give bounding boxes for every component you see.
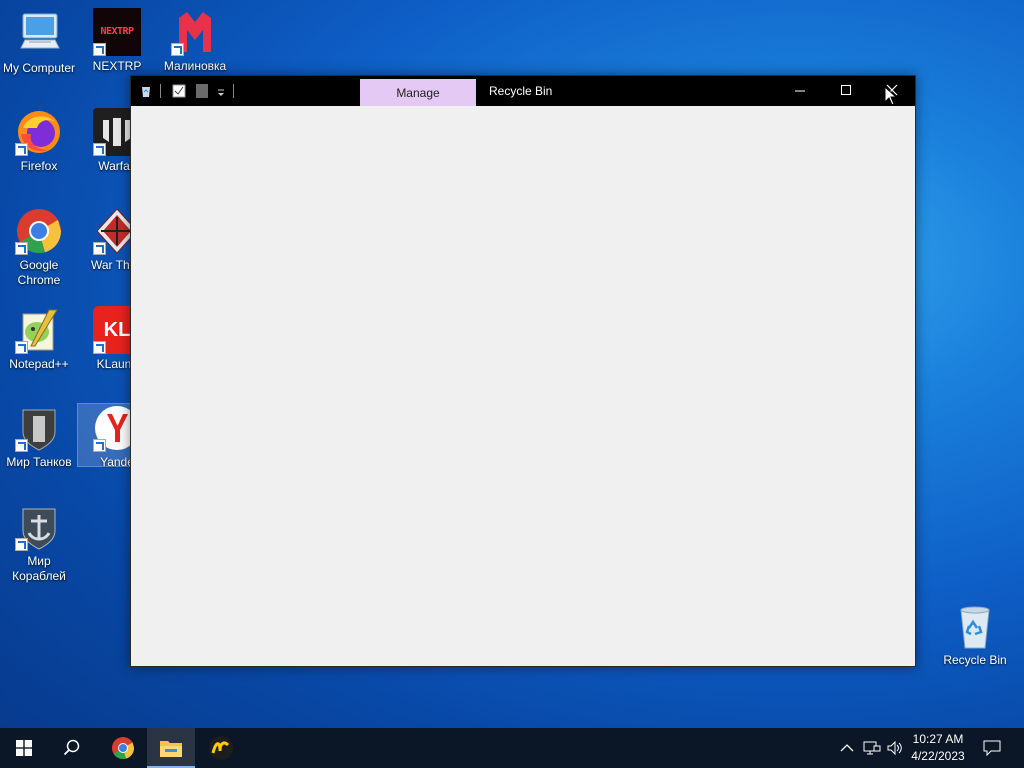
window-recycle-bin-icon[interactable]: [139, 84, 153, 98]
desktop-icon-label: Google Chrome: [17, 258, 61, 287]
desktop-icon-my-computer[interactable]: My Computer: [0, 10, 78, 76]
mir-tankov-icon: [15, 404, 63, 452]
file-explorer-icon: [160, 741, 182, 757]
recycle-bin-window: Manage Recycle Bin: [130, 75, 916, 667]
desktop-icon-label: NEXTRP: [92, 59, 142, 73]
desktop-icon-mir-korabley[interactable]: Мир Кораблей: [0, 503, 78, 584]
shortcut-arrow-icon: [15, 439, 28, 452]
mouse-cursor-icon: [884, 85, 898, 106]
desktop-icon-nextrp[interactable]: NEXTRP NEXTRP: [78, 8, 156, 74]
notepad-plus-plus-icon: [15, 306, 63, 354]
taskbar: 10:27 AM 4/22/2023: [0, 728, 1024, 768]
desktop-icon-label: Мир Танков: [6, 455, 72, 469]
search-button[interactable]: [48, 728, 96, 768]
nextrp-icon: NEXTRP: [93, 8, 141, 56]
desktop-icon-mir-tankov[interactable]: Мир Танков: [0, 404, 78, 470]
desktop-icon-recycle-bin[interactable]: Recycle Bin: [936, 602, 1014, 668]
volume-icon: [887, 740, 902, 756]
taskbar-yandex-music[interactable]: [197, 728, 245, 768]
firefox-icon: [15, 108, 63, 156]
search-icon: [63, 739, 80, 756]
start-icon: [16, 740, 32, 756]
desktop-icon-label: Notepad++: [9, 357, 69, 371]
properties-icon[interactable]: [172, 84, 186, 98]
yandex-music-icon: [209, 736, 233, 760]
minimize-icon: [795, 90, 805, 92]
quick-access-toolbar: [139, 83, 241, 99]
volume-button[interactable]: [884, 728, 906, 768]
network-button[interactable]: [860, 728, 884, 768]
maximize-icon: [841, 85, 851, 95]
toolbar-separator: [160, 84, 161, 98]
shortcut-arrow-icon: [171, 43, 184, 56]
shortcut-arrow-icon: [15, 242, 28, 255]
desktop-icon-label: Recycle Bin: [943, 653, 1007, 667]
taskbar-chrome[interactable]: [99, 728, 147, 768]
recycle-bin-icon: [951, 602, 999, 650]
desktop-icon-malinovka[interactable]: Малиновка: [156, 8, 234, 74]
minimize-button[interactable]: [777, 76, 823, 106]
toolbar-separator: [233, 84, 234, 98]
shortcut-arrow-icon: [93, 43, 106, 56]
system-clock[interactable]: 10:27 AM 4/22/2023: [906, 731, 970, 765]
notification-icon: [983, 740, 1001, 756]
tab-manage[interactable]: Manage: [360, 79, 476, 106]
desktop-icon-label: My Computer: [2, 61, 76, 75]
desktop-icon-notepad-plus-plus[interactable]: Notepad++: [0, 306, 78, 372]
desktop-icon-firefox[interactable]: Firefox: [0, 108, 78, 174]
shortcut-arrow-icon: [93, 439, 106, 452]
start-button[interactable]: [0, 728, 48, 768]
clock-time: 10:27 AM: [912, 732, 964, 746]
network-icon: [863, 741, 881, 755]
chevron-up-icon: [840, 744, 854, 752]
window-title: Recycle Bin: [489, 84, 553, 98]
shortcut-arrow-icon: [15, 143, 28, 156]
chrome-icon: [112, 737, 135, 760]
shortcut-arrow-icon: [93, 242, 106, 255]
window-titlebar[interactable]: Manage Recycle Bin: [131, 76, 915, 106]
clock-date: 4/22/2023: [911, 749, 965, 763]
desktop: My Computer Firefox Google Chrome Notepa…: [0, 0, 1024, 728]
window-content-area[interactable]: [131, 106, 915, 666]
shortcut-arrow-icon: [15, 538, 28, 551]
shortcut-arrow-icon: [93, 341, 106, 354]
chrome-icon: [15, 207, 63, 255]
shortcut-arrow-icon: [93, 143, 106, 156]
notification-center-button[interactable]: [976, 728, 1008, 768]
taskbar-file-explorer[interactable]: [147, 728, 195, 768]
tray-overflow-button[interactable]: [836, 728, 858, 768]
new-folder-icon[interactable]: [196, 84, 208, 98]
malinovka-icon: [171, 8, 219, 56]
maximize-button[interactable]: [823, 76, 869, 106]
desktop-icon-label: Малиновка: [163, 59, 227, 73]
mir-korabley-icon: [15, 503, 63, 551]
desktop-icon-label: Firefox: [20, 159, 58, 173]
desktop-icon-google-chrome[interactable]: Google Chrome: [0, 207, 78, 288]
computer-icon: [15, 10, 63, 58]
customize-toolbar-chevron-icon[interactable]: [216, 84, 226, 98]
shortcut-arrow-icon: [15, 341, 28, 354]
desktop-icon-label: Мир Кораблей: [12, 554, 66, 583]
